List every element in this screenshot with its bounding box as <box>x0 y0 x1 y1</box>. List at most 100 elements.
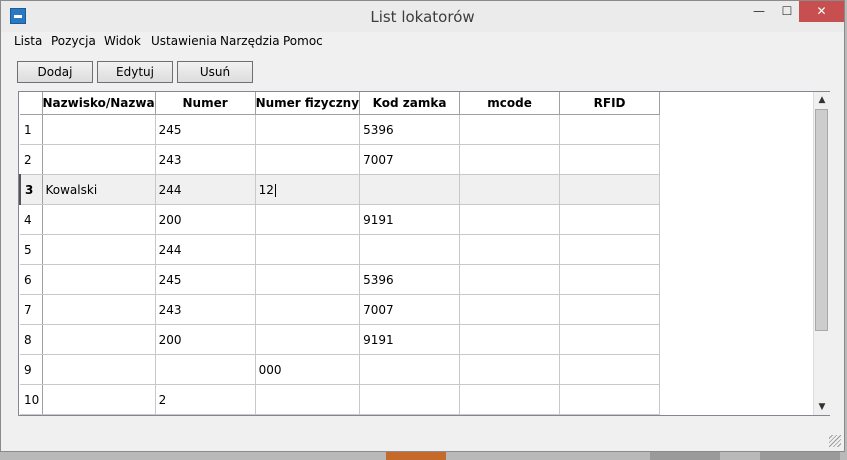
vertical-scrollbar[interactable]: ▲ ▼ <box>813 92 830 415</box>
cell-mcode[interactable] <box>459 294 561 325</box>
table-row[interactable]: 2 243 7007 <box>20 144 661 175</box>
menu-pozycja[interactable]: Pozycja <box>51 34 96 48</box>
table-row[interactable]: 1 245 5396 <box>20 114 661 145</box>
cell-rfid[interactable] <box>559 204 661 235</box>
cell-kod-zamka[interactable]: 5396 <box>359 114 461 145</box>
cell-numer-fizyczny[interactable]: 12 <box>255 174 361 205</box>
cell-kod-zamka[interactable] <box>359 174 461 205</box>
maximize-button[interactable]: ☐ <box>773 1 801 22</box>
minimize-button[interactable]: — <box>745 1 773 22</box>
cell-numer-fizyczny[interactable] <box>255 114 361 145</box>
table-row[interactable]: 4 200 9191 <box>20 204 661 235</box>
table-row[interactable]: 6 245 5396 <box>20 264 661 295</box>
edit-button[interactable]: Edytuj <box>97 61 173 83</box>
scroll-down-icon[interactable]: ▼ <box>814 399 830 415</box>
menu-ustawienia[interactable]: Ustawienia <box>151 34 217 48</box>
cell-numer-fizyczny[interactable] <box>255 144 361 175</box>
cell-rfid[interactable] <box>559 294 661 325</box>
cell-nazwisko[interactable] <box>42 204 156 235</box>
table-row[interactable]: 10 2 <box>20 384 661 415</box>
col-header-rfid[interactable]: RFID <box>559 92 661 115</box>
resize-grip-icon[interactable] <box>829 435 841 447</box>
cell-mcode[interactable] <box>459 414 561 415</box>
cell-rfid[interactable] <box>559 114 661 145</box>
row-number[interactable]: 8 <box>20 324 43 355</box>
cell-numer-fizyczny[interactable] <box>255 234 361 265</box>
table-row[interactable]: 8 200 9191 <box>20 324 661 355</box>
cell-numer-fizyczny[interactable] <box>255 204 361 235</box>
scroll-up-icon[interactable]: ▲ <box>814 92 830 108</box>
cell-nazwisko[interactable]: Kowalski <box>42 174 156 205</box>
cell-numer[interactable]: 244 <box>155 174 256 205</box>
cell-mcode[interactable] <box>459 234 561 265</box>
cell-numer[interactable]: 2 <box>155 384 256 415</box>
cell-nazwisko[interactable] <box>42 354 156 385</box>
col-header-kod-zamka[interactable]: Kod zamka <box>359 92 461 115</box>
close-button[interactable]: ✕ <box>799 1 844 22</box>
cell-nazwisko[interactable] <box>42 324 156 355</box>
cell-rfid[interactable] <box>559 324 661 355</box>
cell-numer[interactable] <box>155 414 256 415</box>
cell-kod-zamka[interactable]: 7007 <box>359 144 461 175</box>
cell-kod-zamka[interactable] <box>359 414 461 415</box>
menu-pomoc[interactable]: Pomoc <box>283 34 323 48</box>
cell-nazwisko[interactable] <box>42 294 156 325</box>
cell-mcode[interactable] <box>459 204 561 235</box>
table-row[interactable]: 5 244 <box>20 234 661 265</box>
row-number[interactable]: 2 <box>20 144 43 175</box>
cell-kod-zamka[interactable] <box>359 384 461 415</box>
cell-numer[interactable]: 200 <box>155 324 256 355</box>
cell-mcode[interactable] <box>459 174 561 205</box>
menu-narzedzia[interactable]: Narzędzia <box>220 34 280 48</box>
cell-rfid[interactable] <box>559 384 661 415</box>
cell-nazwisko[interactable] <box>42 384 156 415</box>
table-row[interactable]: 3 Kowalski 244 12 <box>19 174 661 205</box>
cell-mcode[interactable] <box>459 114 561 145</box>
table-row[interactable]: 11 <box>20 414 661 415</box>
row-number[interactable]: 9 <box>20 354 43 385</box>
cell-nazwisko[interactable] <box>42 114 156 145</box>
delete-button[interactable]: Usuń <box>177 61 253 83</box>
cell-kod-zamka[interactable] <box>359 354 461 385</box>
add-button[interactable]: Dodaj <box>17 61 93 83</box>
row-number[interactable]: 10 <box>20 384 43 415</box>
cell-numer-fizyczny[interactable] <box>255 414 361 415</box>
cell-mcode[interactable] <box>459 144 561 175</box>
cell-nazwisko[interactable] <box>42 234 156 265</box>
cell-nazwisko[interactable] <box>42 264 156 295</box>
cell-numer[interactable]: 243 <box>155 144 256 175</box>
cell-rfid[interactable] <box>559 234 661 265</box>
cell-kod-zamka[interactable] <box>359 234 461 265</box>
table-row[interactable]: 9 000 <box>20 354 661 385</box>
cell-numer[interactable]: 243 <box>155 294 256 325</box>
cell-rfid[interactable] <box>559 354 661 385</box>
cell-numer-fizyczny[interactable] <box>255 324 361 355</box>
col-header-mcode[interactable]: mcode <box>459 92 561 115</box>
menu-lista[interactable]: Lista <box>14 34 42 48</box>
row-number[interactable]: 5 <box>20 234 43 265</box>
cell-numer[interactable]: 245 <box>155 264 256 295</box>
cell-nazwisko[interactable] <box>42 144 156 175</box>
row-number[interactable]: 11 <box>20 414 43 415</box>
tenant-grid[interactable]: Nazwisko/Nazwa Numer Numer fizyczny Kod … <box>18 91 830 416</box>
row-number[interactable]: 7 <box>20 294 43 325</box>
col-header-nazwisko[interactable]: Nazwisko/Nazwa <box>42 92 156 115</box>
cell-numer[interactable]: 244 <box>155 234 256 265</box>
cell-rfid[interactable] <box>559 174 661 205</box>
cell-numer-fizyczny[interactable] <box>255 264 361 295</box>
cell-numer[interactable]: 200 <box>155 204 256 235</box>
cell-numer-fizyczny[interactable] <box>255 294 361 325</box>
cell-mcode[interactable] <box>459 384 561 415</box>
cell-mcode[interactable] <box>459 264 561 295</box>
row-number[interactable]: 3 <box>19 174 43 205</box>
corner-header[interactable] <box>20 92 43 115</box>
row-number[interactable]: 6 <box>20 264 43 295</box>
cell-rfid[interactable] <box>559 414 661 415</box>
cell-mcode[interactable] <box>459 354 561 385</box>
cell-numer-fizyczny[interactable]: 000 <box>255 354 361 385</box>
scroll-thumb[interactable] <box>815 109 828 331</box>
cell-kod-zamka[interactable]: 7007 <box>359 294 461 325</box>
cell-numer-fizyczny[interactable] <box>255 384 361 415</box>
col-header-numer[interactable]: Numer <box>155 92 256 115</box>
cell-nazwisko[interactable] <box>42 414 156 415</box>
